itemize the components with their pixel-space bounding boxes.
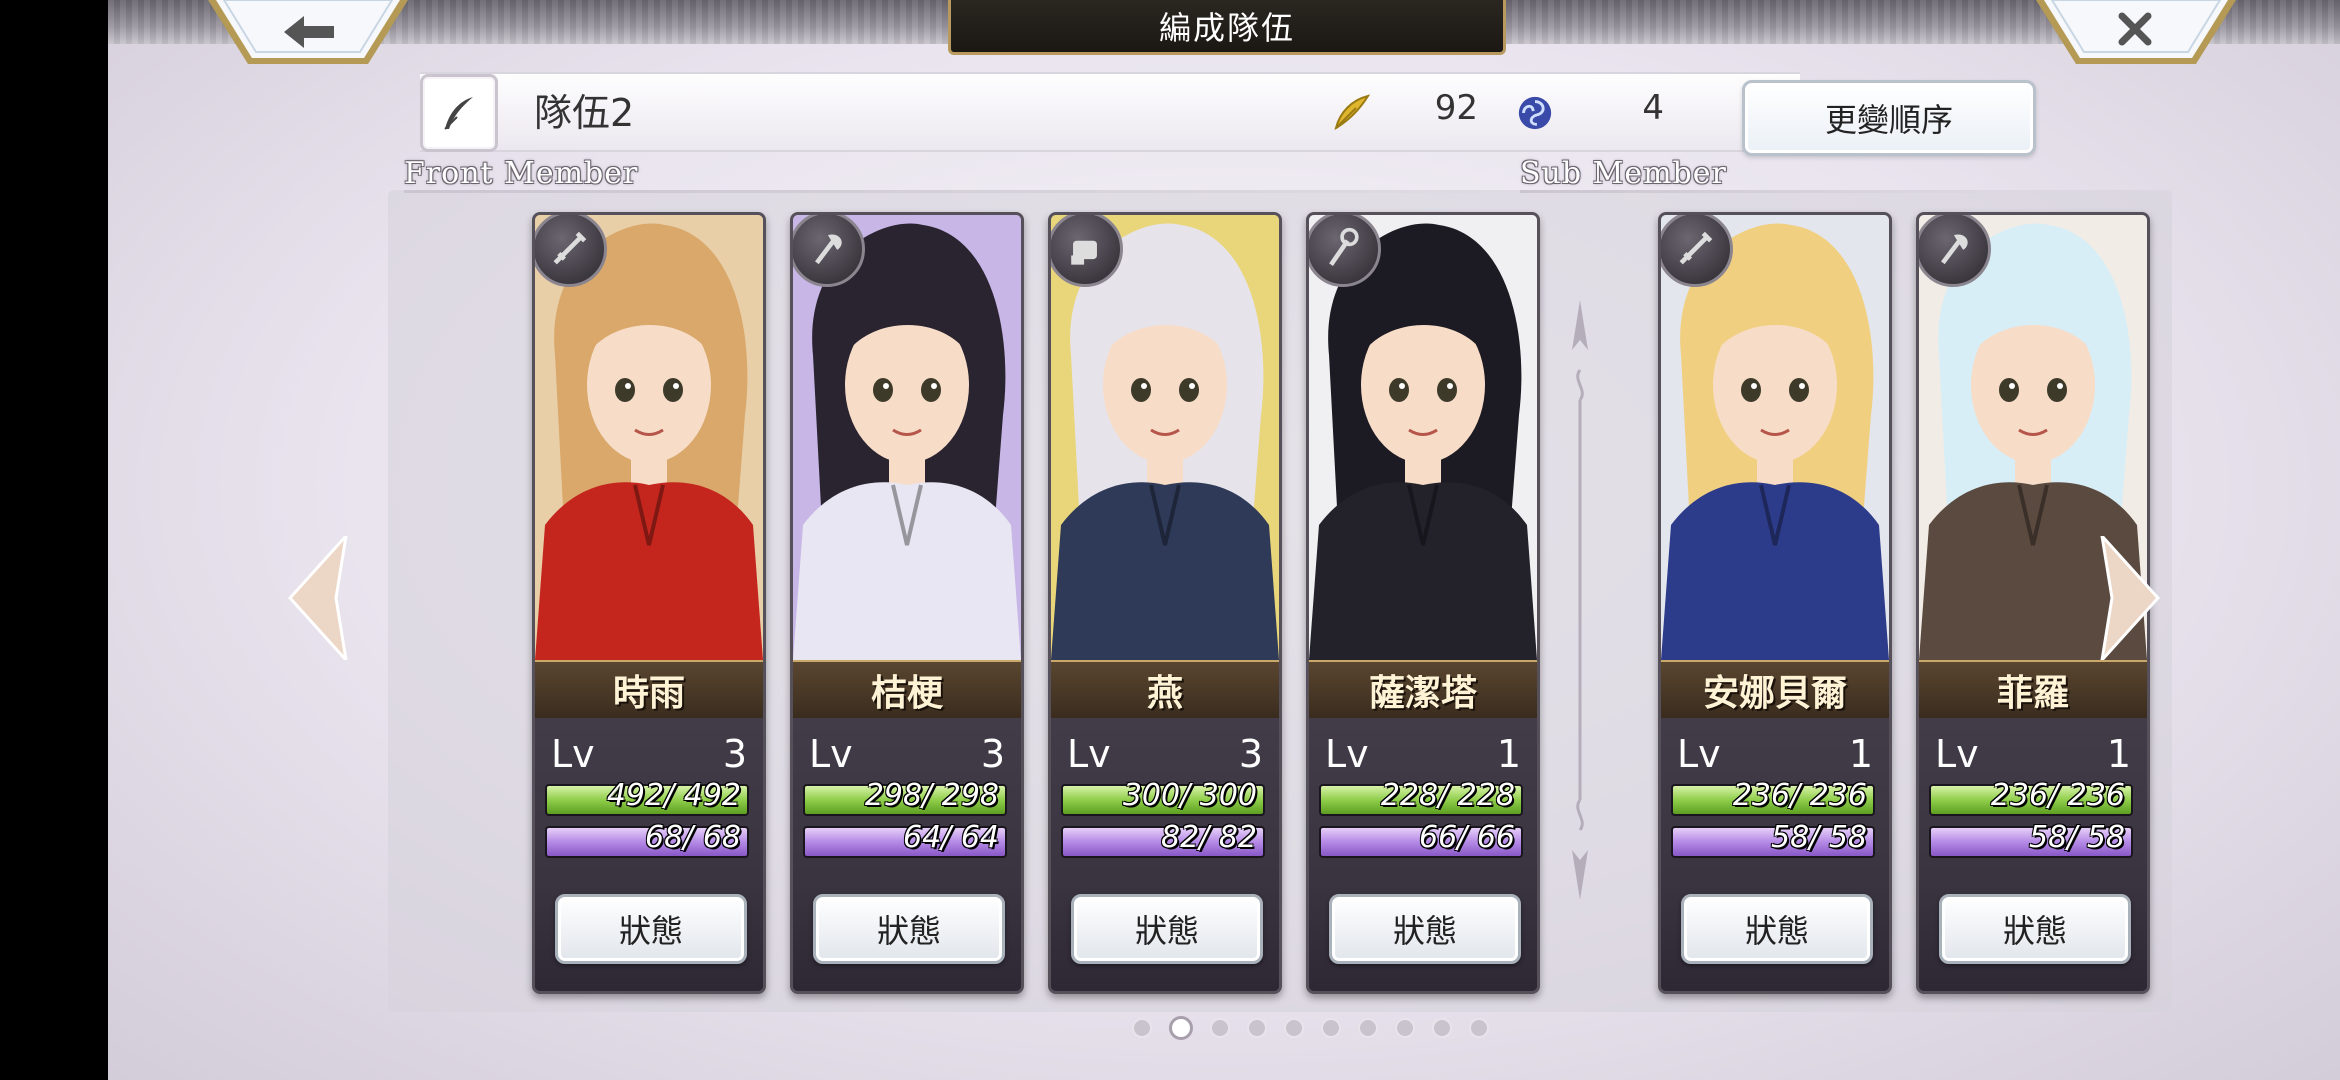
close-button[interactable]	[2036, 0, 2236, 68]
previous-team-arrow[interactable]	[288, 536, 348, 660]
level-row: Lv 1	[1677, 732, 1873, 776]
level-value: 3	[1238, 732, 1263, 776]
status-button[interactable]: 狀態	[1329, 894, 1521, 964]
character-name: 燕	[1051, 660, 1279, 720]
level-label: Lv	[551, 732, 595, 776]
hp-bar: 236/ 236	[1671, 778, 1875, 816]
page-dot[interactable]	[1358, 1018, 1378, 1038]
hp-value: 236/ 236	[1732, 778, 1867, 813]
hp-bar: 228/ 228	[1319, 778, 1523, 816]
orb-swirl-icon	[1518, 96, 1552, 130]
page-indicator	[1132, 1016, 1489, 1042]
sword-icon	[1661, 215, 1733, 287]
level-label: Lv	[1325, 732, 1369, 776]
level-row: Lv 1	[1935, 732, 2131, 776]
status-button[interactable]: 狀態	[555, 894, 747, 964]
sp-bar: 82/ 82	[1061, 820, 1265, 858]
sp-bar: 64/ 64	[803, 820, 1007, 858]
sp-value: 58/ 58	[2029, 820, 2125, 855]
sp-value: 64/ 64	[903, 820, 999, 855]
hp-bar: 492/ 492	[545, 778, 749, 816]
character-name: 時雨	[535, 660, 763, 720]
member-card[interactable]: 燕 Lv 3 300/ 300 82/ 82 狀態	[1048, 212, 1282, 994]
page-dot[interactable]	[1132, 1018, 1152, 1038]
page-dot[interactable]	[1432, 1018, 1452, 1038]
staff-icon	[1309, 215, 1381, 287]
sp-value: 66/ 66	[1419, 820, 1515, 855]
level-label: Lv	[1935, 732, 1979, 776]
rename-team-button[interactable]	[420, 74, 498, 152]
page-dot[interactable]	[1321, 1018, 1341, 1038]
page-dot[interactable]	[1210, 1018, 1230, 1038]
sub-member-label: Sub Member	[1520, 156, 1727, 191]
character-name: 薩潔塔	[1309, 660, 1537, 720]
page-title: 編成隊伍	[948, 0, 1506, 55]
team-formation-screen: 編成隊伍 隊伍2 92 4 更變順序 Front Member Sub Memb…	[108, 0, 2340, 1080]
back-button[interactable]	[208, 0, 408, 68]
level-row: Lv 3	[551, 732, 747, 776]
status-button[interactable]: 狀態	[813, 894, 1005, 964]
character-name: 安娜貝爾	[1661, 660, 1889, 720]
page-dot[interactable]	[1284, 1018, 1304, 1038]
level-label: Lv	[809, 732, 853, 776]
level-value: 1	[1496, 732, 1521, 776]
hp-value: 236/ 236	[1990, 778, 2125, 813]
hp-value: 228/ 228	[1380, 778, 1515, 813]
sp-bar: 66/ 66	[1319, 820, 1523, 858]
status-button[interactable]: 狀態	[1071, 894, 1263, 964]
level-label: Lv	[1067, 732, 1111, 776]
level-value: 3	[980, 732, 1005, 776]
team-name: 隊伍2	[534, 91, 635, 135]
character-name: 菲羅	[1919, 660, 2147, 720]
change-order-button[interactable]: 更變順序	[1742, 80, 2036, 156]
orb-value: 4	[1642, 88, 1664, 128]
character-stats: Lv 1 236/ 236 58/ 58 狀態	[1919, 718, 2147, 991]
page-dot[interactable]	[1395, 1018, 1415, 1038]
hp-value: 300/ 300	[1122, 778, 1257, 813]
fist-icon	[1051, 215, 1123, 287]
character-stats: Lv 1 236/ 236 58/ 58 狀態	[1661, 718, 1889, 991]
hp-bar: 236/ 236	[1929, 778, 2133, 816]
level-value: 1	[1848, 732, 1873, 776]
quill-icon	[444, 97, 473, 130]
hp-bar: 300/ 300	[1061, 778, 1265, 816]
sp-bar: 58/ 58	[1929, 820, 2133, 858]
sp-bar: 58/ 58	[1671, 820, 1875, 858]
member-card[interactable]: 薩潔塔 Lv 1 228/ 228 66/ 66 狀態	[1306, 212, 1540, 994]
character-stats: Lv 3 492/ 492 68/ 68 狀態	[535, 718, 763, 991]
team-cost-value: 92	[1434, 88, 1478, 128]
level-value: 3	[722, 732, 747, 776]
sp-bar: 68/ 68	[545, 820, 749, 858]
member-card[interactable]: 時雨 Lv 3 492/ 492 68/ 68 狀態	[532, 212, 766, 994]
level-row: Lv 1	[1325, 732, 1521, 776]
level-label: Lv	[1677, 732, 1721, 776]
hp-value: 492/ 492	[606, 778, 741, 813]
level-value: 1	[2106, 732, 2131, 776]
level-row: Lv 3	[809, 732, 1005, 776]
member-card[interactable]: 桔梗 Lv 3 298/ 298 64/ 64 狀態	[790, 212, 1024, 994]
member-card[interactable]: 安娜貝爾 Lv 1 236/ 236 58/ 58 狀態	[1658, 212, 1892, 994]
sp-value: 82/ 82	[1161, 820, 1257, 855]
character-stats: Lv 3 300/ 300 82/ 82 狀態	[1051, 718, 1279, 991]
sword-icon	[535, 215, 607, 287]
character-stats: Lv 3 298/ 298 64/ 64 狀態	[793, 718, 1021, 991]
sp-value: 58/ 58	[1771, 820, 1867, 855]
page-dot[interactable]	[1469, 1018, 1489, 1038]
sp-value: 68/ 68	[645, 820, 741, 855]
page-dot-active[interactable]	[1169, 1016, 1193, 1040]
front-sub-divider	[1572, 300, 1588, 900]
page-dot[interactable]	[1247, 1018, 1267, 1038]
axe-icon	[793, 215, 865, 287]
hp-value: 298/ 298	[864, 778, 999, 813]
character-stats: Lv 1 228/ 228 66/ 66 狀態	[1309, 718, 1537, 991]
status-button[interactable]: 狀態	[1939, 894, 2131, 964]
next-team-arrow[interactable]	[2100, 536, 2160, 660]
character-name: 桔梗	[793, 660, 1021, 720]
cost-feather-icon	[1334, 94, 1371, 131]
axe-icon	[1919, 215, 1991, 287]
hp-bar: 298/ 298	[803, 778, 1007, 816]
front-member-label: Front Member	[404, 156, 639, 191]
level-row: Lv 3	[1067, 732, 1263, 776]
status-button[interactable]: 狀態	[1681, 894, 1873, 964]
